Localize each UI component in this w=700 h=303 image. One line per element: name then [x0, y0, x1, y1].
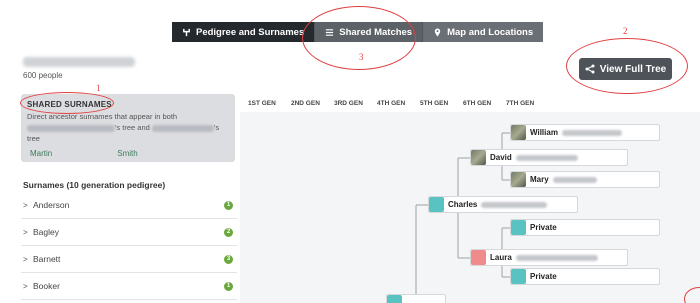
person-card-private[interactable]: Private [510, 219, 660, 236]
surname-count-badge: 3 [224, 254, 233, 264]
shared-surnames-description: Direct ancestor surnames that appear in … [27, 111, 229, 144]
surname-count-badge: 1 [224, 200, 233, 210]
chevron-right-icon: > [23, 227, 28, 237]
share-tree-icon [585, 64, 595, 74]
surname-count-badge: 1 [224, 281, 233, 291]
person-name: Charles [448, 200, 478, 209]
pedigree-chart: William David Mary Charles Private Laura… [240, 112, 700, 303]
tree-owner-name-redacted [23, 57, 135, 67]
surname-row[interactable]: > Bagley 2 [21, 219, 237, 246]
pedigree-icon [183, 28, 190, 36]
surname-row[interactable]: > Booker 1 [21, 273, 237, 300]
person-card-partial[interactable] [386, 294, 446, 303]
surname-redacted [515, 154, 578, 161]
map-pin-icon [434, 27, 441, 37]
person-card-charles[interactable]: Charles [428, 196, 578, 213]
male-avatar-icon [429, 197, 444, 212]
shared-surname-links: Martin Smith [30, 149, 138, 158]
generation-label: 7TH GEN [506, 100, 535, 107]
tab-label: Pedigree and Surnames [196, 26, 305, 38]
person-card-mary[interactable]: Mary [510, 171, 660, 188]
chevron-right-icon: > [23, 281, 28, 291]
male-avatar-icon [511, 220, 526, 235]
match-name-redacted [27, 124, 115, 132]
shared-surnames-title: SHARED SURNAMES [27, 100, 112, 109]
generation-label: 2ND GEN [291, 100, 320, 107]
surname-redacted [561, 129, 622, 136]
generation-label: 4TH GEN [377, 100, 406, 107]
view-full-tree-label: View Full Tree [599, 63, 667, 75]
chevron-right-icon: > [23, 254, 28, 264]
person-card-david[interactable]: David [470, 149, 628, 166]
person-name: Mary [530, 175, 549, 184]
generation-label: 5TH GEN [420, 100, 449, 107]
surname-redacted [515, 254, 598, 261]
surname-row[interactable]: > Barnett 3 [21, 246, 237, 273]
male-avatar-icon [511, 269, 526, 284]
male-avatar-icon [387, 295, 402, 303]
chevron-right-icon: > [23, 200, 28, 210]
shared-surname-link[interactable]: Smith [117, 149, 137, 158]
surname-redacted [481, 201, 548, 208]
surnames-heading: Surnames (10 generation pedigree) [23, 180, 166, 190]
person-card-private[interactable]: Private [510, 268, 660, 285]
annotation-number: 1 [96, 83, 101, 93]
female-avatar-icon [471, 250, 486, 265]
tab-pedigree-and-surnames[interactable]: Pedigree and Surnames [172, 22, 316, 42]
person-card-laura[interactable]: Laura [470, 249, 628, 266]
view-tabs: Pedigree and Surnames Shared Matches Map… [172, 22, 544, 42]
people-count: 600 people [23, 71, 63, 80]
surname-label: Barnett [33, 254, 61, 264]
tab-label: Map and Locations [447, 26, 534, 38]
person-photo [511, 125, 526, 140]
tab-label: Shared Matches [339, 26, 413, 38]
generation-label: 3RD GEN [334, 100, 363, 107]
list-icon [326, 28, 334, 36]
person-name: William [530, 128, 558, 137]
tab-map-and-locations[interactable]: Map and Locations [423, 22, 544, 42]
annotation-number: 3 [359, 52, 364, 62]
surname-label: Bagley [33, 227, 59, 237]
surname-redacted [552, 176, 597, 183]
generation-label: 6TH GEN [463, 100, 492, 107]
person-photo [511, 172, 526, 187]
surname-label: Booker [33, 281, 60, 291]
surname-count-badge: 2 [224, 227, 233, 237]
tab-shared-matches[interactable]: Shared Matches [315, 22, 424, 42]
surname-row[interactable]: > Anderson 1 [21, 192, 237, 219]
person-card-william[interactable]: William [510, 124, 660, 141]
annotation-number: 2 [623, 26, 628, 36]
surname-label: Anderson [33, 200, 70, 210]
person-name: David [490, 153, 512, 162]
user-name-redacted [151, 124, 214, 132]
person-photo [471, 150, 486, 165]
person-name: Private [530, 223, 557, 232]
description-text: 's tree and [115, 123, 150, 132]
view-full-tree-button[interactable]: View Full Tree [579, 58, 672, 80]
shared-surname-link[interactable]: Martin [30, 149, 52, 158]
description-text: Direct ancestor surnames that appear in … [27, 112, 178, 121]
person-name: Laura [490, 253, 512, 262]
generation-labels: 1ST GEN 2ND GEN 3RD GEN 4TH GEN 5TH GEN … [248, 100, 688, 110]
shared-surnames-panel: SHARED SURNAMES Direct ancestor surnames… [21, 94, 235, 162]
surname-list: > Anderson 1 > Bagley 2 > Barnett 3 > Bo… [21, 192, 237, 300]
generation-label: 1ST GEN [248, 100, 276, 107]
person-name: Private [530, 272, 557, 281]
